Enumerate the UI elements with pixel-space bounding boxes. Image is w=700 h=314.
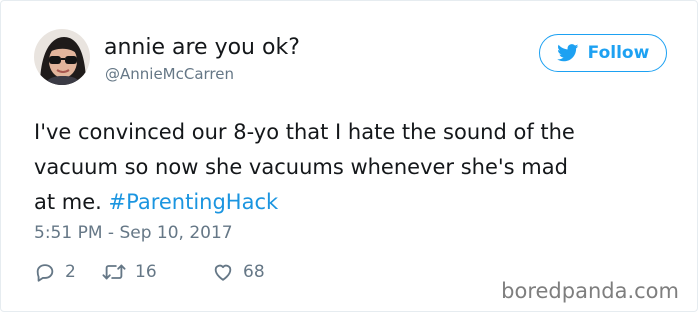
tweet-line-1: I've convinced our 8-yo that I hate the … xyxy=(34,120,575,144)
reply-count: 2 xyxy=(65,262,76,282)
tweet-line-3-text: at me. xyxy=(34,190,109,214)
retweet-icon xyxy=(102,264,126,280)
like-button[interactable]: 68 xyxy=(212,261,265,283)
follow-button[interactable]: Follow xyxy=(539,34,667,72)
reply-icon xyxy=(36,264,54,282)
tweet-timestamp[interactable]: 5:51 PM - Sep 10, 2017 xyxy=(34,222,233,244)
hashtag-link[interactable]: #ParentingHack xyxy=(109,190,279,214)
watermark: boredpanda.com xyxy=(501,279,679,303)
avatar-photo-icon xyxy=(34,29,90,85)
avatar[interactable] xyxy=(34,29,90,85)
user-handle[interactable]: @AnnieMcCarren xyxy=(105,64,234,84)
follow-label: Follow xyxy=(587,43,650,63)
tweet-line-2: vacuum so now she vacuums whenever she's… xyxy=(34,155,568,179)
twitter-bird-icon xyxy=(556,44,579,62)
retweet-button[interactable]: 16 xyxy=(102,261,212,283)
tweet-line-3: at me. #ParentingHack xyxy=(34,185,674,220)
reply-button[interactable]: 2 xyxy=(34,261,102,283)
display-name[interactable]: annie are you ok? xyxy=(104,34,300,62)
tweet-text: I've convinced our 8-yo that I hate the … xyxy=(34,115,674,220)
heart-icon xyxy=(214,264,232,281)
tweet-card: annie are you ok? @AnnieMcCarren Follow … xyxy=(0,0,698,312)
like-count: 68 xyxy=(243,262,265,282)
retweet-count: 16 xyxy=(135,262,157,282)
tweet-actions: 2 16 68 xyxy=(34,259,265,285)
